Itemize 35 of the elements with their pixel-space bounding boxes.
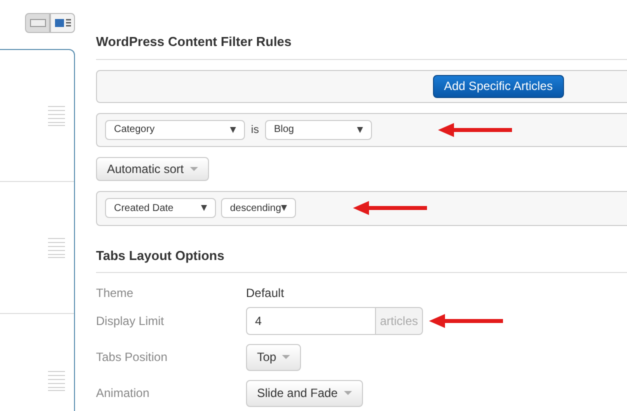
operator-label: is	[251, 122, 259, 138]
plain-view-icon	[30, 19, 46, 27]
select-field[interactable]: Blog	[264, 120, 372, 140]
plain-view-button[interactable]	[25, 13, 50, 33]
add-articles-button[interactable]: Add Specific Articles	[433, 74, 564, 98]
caret-icon	[201, 205, 207, 212]
arrow-icon	[353, 201, 427, 216]
drag-handle-icon[interactable]	[48, 237, 65, 258]
list-view-button[interactable]	[50, 13, 75, 33]
option-dropdown[interactable]: Top	[246, 344, 302, 370]
arrow-icon	[429, 314, 504, 328]
select-field[interactable]: Category	[105, 120, 245, 140]
section-title: WordPress Content Filter Rules	[96, 33, 293, 51]
option-label: Animation	[96, 385, 150, 402]
section-title: Tabs Layout Options	[96, 246, 226, 265]
caret-icon	[230, 126, 236, 133]
select-field[interactable]: descending	[221, 198, 296, 218]
arrow-icon	[438, 122, 512, 137]
sort-dropdown[interactable]: Automatic sort	[96, 157, 209, 182]
caret-icon	[281, 205, 288, 212]
option-dropdown[interactable]: Slide and Fade	[246, 380, 363, 406]
option-value: Default	[246, 285, 284, 302]
drag-handle-icon[interactable]	[48, 105, 65, 126]
caret-icon	[356, 126, 363, 133]
input-addon: articles	[376, 307, 424, 335]
select-field[interactable]: Created Date	[105, 198, 216, 218]
display-limit-field[interactable]: 4	[246, 307, 376, 335]
option-label: Tabs Position	[96, 349, 168, 366]
caret-icon	[344, 391, 352, 395]
caret-icon	[282, 355, 290, 359]
option-label: Theme	[96, 285, 134, 302]
drag-handle-icon[interactable]	[48, 370, 65, 390]
list-view-icon	[54, 19, 70, 27]
option-label: Display Limit	[96, 313, 166, 330]
caret-icon	[190, 167, 198, 172]
